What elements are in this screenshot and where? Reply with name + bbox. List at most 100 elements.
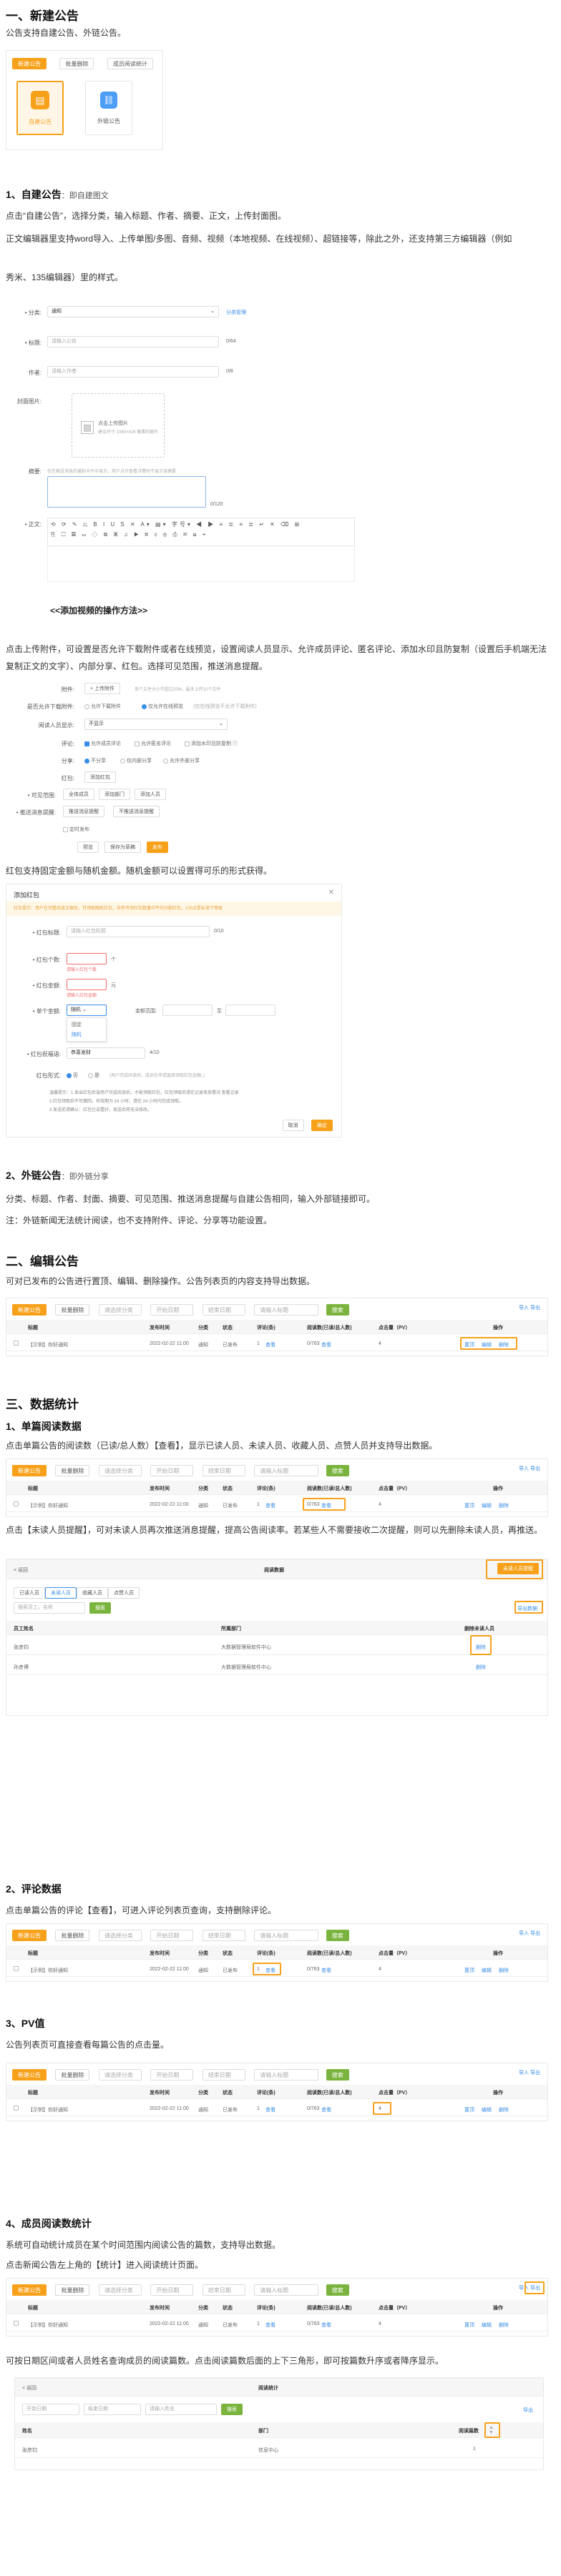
rp-rule-select[interactable]: 随机 ⌄: [67, 1005, 107, 1016]
batch-delete-button[interactable]: 批量删除: [55, 2284, 90, 2296]
back-link[interactable]: < 返回: [14, 1566, 28, 1574]
rp-rule-option-fixed[interactable]: 固定: [72, 1021, 82, 1028]
title-input[interactable]: 请输入公告: [47, 336, 219, 347]
summary-textarea[interactable]: [47, 476, 206, 508]
rp-name-input[interactable]: 请输入红包标题: [67, 926, 210, 937]
export-link[interactable]: 导出: [530, 2071, 540, 2076]
pin-link[interactable]: 置顶: [464, 2106, 474, 2113]
save-draft-button[interactable]: 保存为草稿: [104, 842, 141, 853]
employee-search-button[interactable]: 搜索: [89, 1602, 111, 1614]
pin-link[interactable]: 置顶: [464, 1502, 474, 1509]
stats-end-date[interactable]: 结束日期: [84, 2404, 141, 2415]
batch-delete-button[interactable]: 批量删除: [59, 58, 94, 69]
category-manage-link[interactable]: 分类管理: [226, 309, 246, 316]
cover-upload[interactable]: ▨ 点击上传图片 建议尺寸 1080×426 像素的图片: [72, 393, 165, 458]
new-notice-button[interactable]: 新建公告: [12, 1304, 47, 1316]
stats-export-link[interactable]: 导出: [523, 2407, 533, 2414]
add-video-link[interactable]: <<添加视频的操作方法>>: [50, 604, 147, 616]
row-checkbox[interactable]: [14, 2321, 19, 2326]
start-date[interactable]: 开始日期: [150, 2284, 194, 2296]
preview-button[interactable]: 预览: [77, 842, 99, 853]
comment-view-link[interactable]: 查看: [265, 2106, 275, 2113]
delete-link[interactable]: 删除: [499, 1967, 509, 1974]
rp-range-max[interactable]: [225, 1005, 275, 1016]
search-button[interactable]: 搜索: [326, 1304, 349, 1316]
edit-link[interactable]: 编辑: [482, 1502, 492, 1509]
rp-show-no[interactable]: 否: [67, 1072, 78, 1079]
new-notice-button[interactable]: 新建公告: [12, 2284, 47, 2296]
comment-view-link[interactable]: 查看: [265, 1502, 275, 1509]
rp-count-input[interactable]: [67, 953, 107, 964]
title-search[interactable]: 请输入标题: [254, 1304, 319, 1316]
add-department-button[interactable]: 添加部门: [99, 789, 130, 800]
import-link[interactable]: 导入: [519, 2071, 529, 2076]
share-internal[interactable]: 仅内部分享: [120, 757, 152, 764]
stats-search-button[interactable]: 搜索: [221, 2404, 243, 2415]
batch-delete-button[interactable]: 批量删除: [55, 1304, 90, 1316]
employee-search-input[interactable]: 搜索员工，名称: [14, 1602, 85, 1614]
delete-link[interactable]: 删除: [499, 2321, 509, 2329]
edit-link[interactable]: 编辑: [482, 1967, 492, 1974]
title-search[interactable]: 请输入标题: [254, 1465, 319, 1476]
row-checkbox[interactable]: [14, 1341, 19, 1346]
tab-favorite[interactable]: 收藏人员: [77, 1587, 108, 1599]
batch-delete-button[interactable]: 批量删除: [55, 1930, 90, 1941]
share-external[interactable]: 允许外部分享: [163, 757, 200, 764]
self-built-card[interactable]: ▤ 自建公告: [16, 81, 64, 135]
read-view-link[interactable]: 查看: [321, 1967, 331, 1974]
end-date[interactable]: 结束日期: [202, 2284, 245, 2296]
search-button[interactable]: 搜索: [326, 1465, 349, 1476]
title-search[interactable]: 请输入标题: [254, 2284, 319, 2296]
category-select[interactable]: 通知 ⌄: [47, 306, 219, 317]
start-date[interactable]: 开始日期: [150, 1930, 194, 1941]
comment-anonymous[interactable]: 允许匿名评论: [135, 740, 171, 747]
delete-link[interactable]: 删除: [499, 1502, 509, 1509]
delete-link[interactable]: 删除: [499, 2106, 509, 2113]
add-redpacket-button[interactable]: 添加红包: [84, 771, 116, 783]
batch-delete-button[interactable]: 批量删除: [55, 2069, 90, 2081]
rp-cancel-button[interactable]: 取消: [282, 1120, 304, 1131]
rp-wish-input[interactable]: 恭喜发财: [67, 1047, 145, 1059]
stats-start-date[interactable]: 开始日期: [22, 2404, 79, 2415]
export-link[interactable]: 导出: [530, 1931, 540, 1936]
search-button[interactable]: 搜索: [326, 2069, 349, 2081]
pin-link[interactable]: 置顶: [464, 1967, 474, 1974]
tab-like[interactable]: 点赞人员: [108, 1587, 140, 1599]
pin-link[interactable]: 置顶: [464, 2321, 474, 2329]
editor-toolbar[interactable]: ⟲ ⟳ ✎ ⎌ B I U S ✕ A▾ ▤▾ 字号▾ ◀ ▶ ≡ ≣ ≡ ≣ …: [47, 518, 355, 546]
export-link[interactable]: 导出: [530, 1306, 540, 1311]
row-checkbox[interactable]: [14, 1501, 19, 1506]
category-filter[interactable]: 请选择分类: [98, 1465, 142, 1476]
watermark-option[interactable]: 添加水印且防复制 ⓘ: [185, 740, 238, 747]
start-date[interactable]: 开始日期: [150, 1465, 194, 1476]
download-option-a[interactable]: 允许下载附件: [84, 703, 121, 710]
editor-body[interactable]: [47, 546, 355, 582]
category-filter[interactable]: 请选择分类: [98, 1930, 142, 1941]
end-date[interactable]: 结束日期: [202, 1465, 245, 1476]
new-notice-button[interactable]: 新建公告: [12, 1930, 47, 1941]
rp-confirm-button[interactable]: 确定: [311, 1120, 333, 1131]
new-notice-button[interactable]: 新建公告: [12, 58, 47, 69]
edit-link[interactable]: 编辑: [482, 2106, 492, 2113]
read-view-link[interactable]: 查看: [321, 1341, 331, 1348]
stats-name-input[interactable]: 请输入姓名: [145, 2404, 217, 2415]
download-option-b[interactable]: 仅允许在线预览: [142, 703, 183, 710]
author-input[interactable]: 请输入作者: [47, 366, 219, 377]
stats-back-link[interactable]: < 返回: [22, 2384, 36, 2392]
row-checkbox[interactable]: [14, 1966, 19, 1971]
end-date[interactable]: 结束日期: [202, 1930, 245, 1941]
batch-delete-button[interactable]: 批量删除: [55, 1465, 90, 1476]
row-checkbox[interactable]: [14, 2106, 19, 2111]
export-link[interactable]: 导出: [530, 1466, 540, 1471]
delete-unread-link[interactable]: 删除: [476, 1664, 486, 1671]
import-link[interactable]: 导入: [519, 1466, 529, 1471]
end-date[interactable]: 结束日期: [202, 2069, 245, 2081]
import-link[interactable]: 导入: [519, 1931, 529, 1936]
comment-view-link[interactable]: 查看: [265, 2321, 275, 2329]
category-filter[interactable]: 请选择分类: [98, 1304, 142, 1316]
category-filter[interactable]: 请选择分类: [98, 2284, 142, 2296]
rp-rule-option-random[interactable]: 随机: [72, 1031, 82, 1038]
import-link[interactable]: 导入: [519, 1306, 529, 1311]
rp-amount-input[interactable]: [67, 979, 107, 990]
edit-link[interactable]: 编辑: [482, 2321, 492, 2329]
